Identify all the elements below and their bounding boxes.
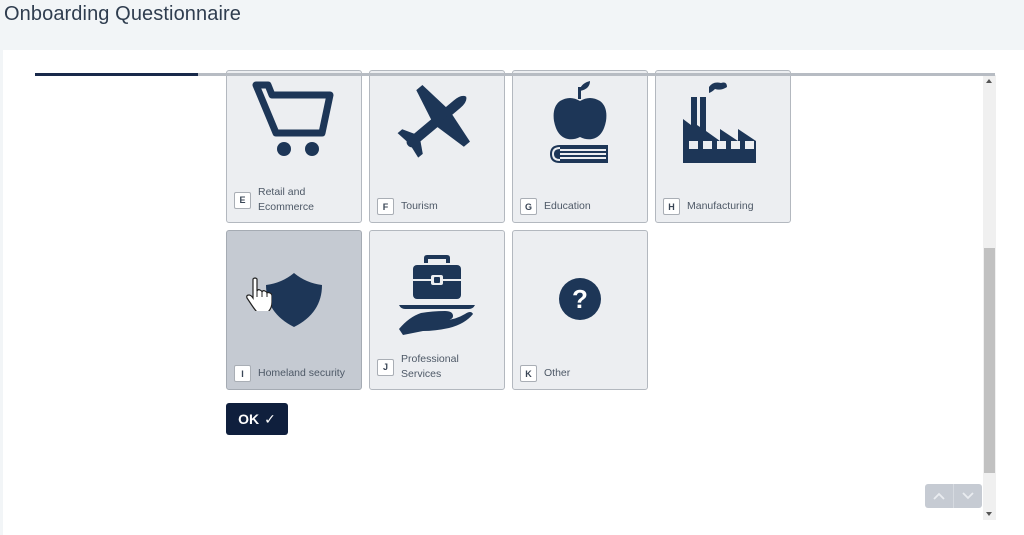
chevron-up-icon xyxy=(933,492,945,500)
question-navigation xyxy=(925,484,982,508)
progress-bar xyxy=(35,73,995,76)
option-card-other[interactable]: ? K Other xyxy=(512,230,648,390)
option-label: Homeland security xyxy=(258,367,345,379)
option-key: F xyxy=(377,198,394,215)
option-card-retail[interactable]: E Retail and Ecommerce xyxy=(226,70,362,223)
questionnaire-panel: E Retail and Ecommerce F Tourism G Educa… xyxy=(3,50,1024,535)
option-key: G xyxy=(520,198,537,215)
option-label: Retail and Ecommerce xyxy=(258,186,315,213)
option-key: H xyxy=(663,198,680,215)
option-key: E xyxy=(234,191,251,209)
scroll-up-arrow-icon[interactable] xyxy=(986,79,992,83)
scroll-down-arrow-icon[interactable] xyxy=(986,512,992,516)
option-card-education[interactable]: G Education xyxy=(512,70,648,223)
page-title: Onboarding Questionnaire xyxy=(4,3,241,25)
hand-pointer-cursor-icon xyxy=(246,277,273,316)
option-label: Manufacturing xyxy=(687,200,754,212)
option-label: Education xyxy=(544,200,591,212)
option-key: I xyxy=(234,365,251,382)
airplane-icon xyxy=(370,79,504,163)
shopping-cart-icon xyxy=(227,79,361,159)
chevron-down-icon xyxy=(962,492,974,500)
previous-question-button[interactable] xyxy=(925,484,953,508)
scrollbar-thumb[interactable] xyxy=(984,248,995,473)
progress-fill xyxy=(35,73,199,76)
question-circle-icon: ? xyxy=(513,277,647,321)
briefcase-on-hand-icon xyxy=(370,255,504,339)
checkmark-icon: ✓ xyxy=(264,410,276,427)
option-label: Tourism xyxy=(401,200,438,212)
option-card-manufacturing[interactable]: H Manufacturing xyxy=(655,70,791,223)
option-key: K xyxy=(520,365,537,382)
ok-button[interactable]: OK ✓ xyxy=(226,403,288,435)
factory-icon xyxy=(656,81,790,163)
apple-on-book-icon xyxy=(513,81,647,163)
option-label: Professional Services xyxy=(401,353,459,380)
option-key: J xyxy=(377,358,394,376)
option-card-tourism[interactable]: F Tourism xyxy=(369,70,505,223)
next-question-button[interactable] xyxy=(953,484,982,508)
option-label: Other xyxy=(544,367,571,379)
svg-text:?: ? xyxy=(572,284,588,314)
ok-button-label: OK xyxy=(238,411,260,427)
option-card-professional-services[interactable]: J Professional Services xyxy=(369,230,505,390)
scrollbar[interactable] xyxy=(983,75,996,520)
